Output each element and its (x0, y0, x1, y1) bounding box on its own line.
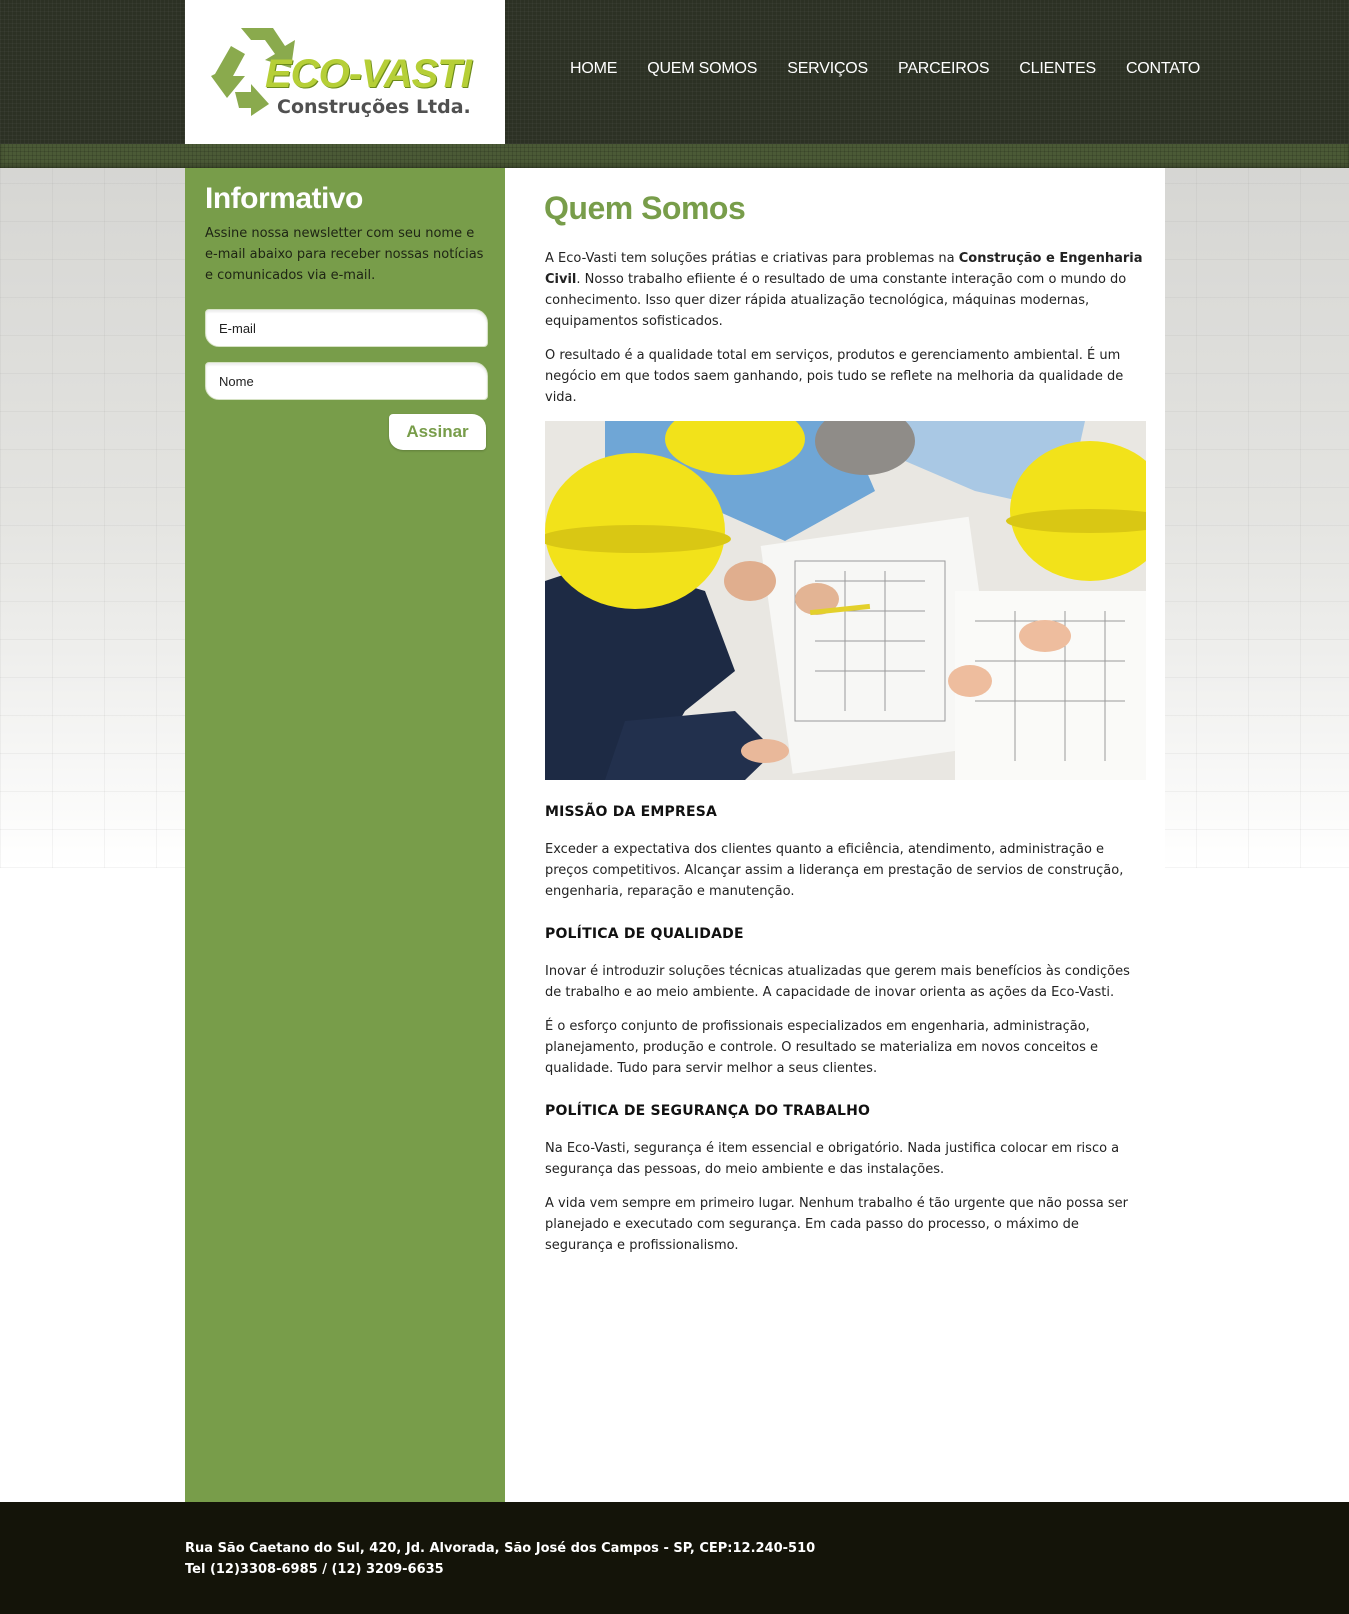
engineers-blueprint-photo (545, 421, 1146, 780)
nav-item-home[interactable]: HOME (570, 60, 617, 78)
sidebar-title: Informativo (205, 182, 363, 215)
intro-paragraph-2: O resultado é a qualidade total em servi… (545, 348, 1124, 405)
footer-phone: Tel (12)3308-6985 / (12) 3209-6635 (185, 1562, 444, 1577)
logo[interactable]: ECO-VASTI Construções Ltda. (185, 0, 505, 144)
footer-address: Rua São Caetano do Sul, 420, Jd. Alvorad… (185, 1541, 816, 1556)
intro-paragraph-1: A Eco-Vasti tem soluções prátias e criat… (545, 248, 1150, 332)
nav-item-quem-somos[interactable]: QUEM SOMOS (647, 60, 757, 78)
page-title: Quem Somos (544, 190, 746, 226)
nav-item-servicos[interactable]: SERVIÇOS (787, 60, 868, 78)
subscribe-button[interactable]: Assinar (389, 414, 486, 450)
missao-heading: MISSÃO DA EMPRESA (545, 804, 718, 820)
qualidade-heading: POLÍTICA DE QUALIDADE (545, 926, 744, 942)
nav-item-contato[interactable]: CONTATO (1126, 60, 1200, 78)
footer-contact: Rua São Caetano do Sul, 420, Jd. Alvorad… (185, 1538, 815, 1580)
name-field[interactable] (205, 362, 488, 400)
intro-text-before: A Eco-Vasti tem soluções prátias e criat… (545, 251, 959, 266)
email-field[interactable] (205, 309, 488, 347)
content-body: A Eco-Vasti tem soluções prátias e criat… (545, 248, 1150, 1269)
logo-subtitle: Construções Ltda. (277, 96, 471, 118)
engineers-photo-illustration (545, 421, 1146, 780)
site-header: ECO-VASTI Construções Ltda. HOME QUEM SO… (0, 0, 1349, 144)
seguranca-heading: POLÍTICA DE SEGURANÇA DO TRABALHO (545, 1103, 871, 1119)
qualidade-paragraph-2: É o esforço conjunto de profissionais es… (545, 1019, 1099, 1076)
sidebar-description: Assine nossa newsletter com seu nome e e… (205, 226, 484, 283)
nav-item-parceiros[interactable]: PARCEIROS (898, 60, 989, 78)
missao-paragraph: Exceder a expectativa dos clientes quant… (545, 842, 1124, 899)
nav-item-clientes[interactable]: CLIENTES (1019, 60, 1096, 78)
seguranca-paragraph-2: A vida vem sempre em primeiro lugar. Nen… (545, 1196, 1128, 1253)
qualidade-paragraph-1: Inovar é introduzir soluções técnicas at… (545, 964, 1130, 1000)
newsletter-sidebar: Informativo Assine nossa newsletter com … (185, 168, 505, 1502)
site-footer: Rua São Caetano do Sul, 420, Jd. Alvorad… (0, 1502, 1349, 1614)
header-stripe (0, 144, 1349, 168)
main-nav: HOME QUEM SOMOS SERVIÇOS PARCEIROS CLIEN… (570, 60, 1230, 78)
seguranca-paragraph-1: Na Eco-Vasti, segurança é item essencial… (545, 1141, 1120, 1177)
main-content: Quem Somos A Eco-Vasti tem soluções prát… (505, 168, 1165, 1502)
logo-title: ECO-VASTI (265, 52, 472, 96)
intro-text-after: . Nosso trabalho efiiente é o resultado … (545, 272, 1127, 329)
